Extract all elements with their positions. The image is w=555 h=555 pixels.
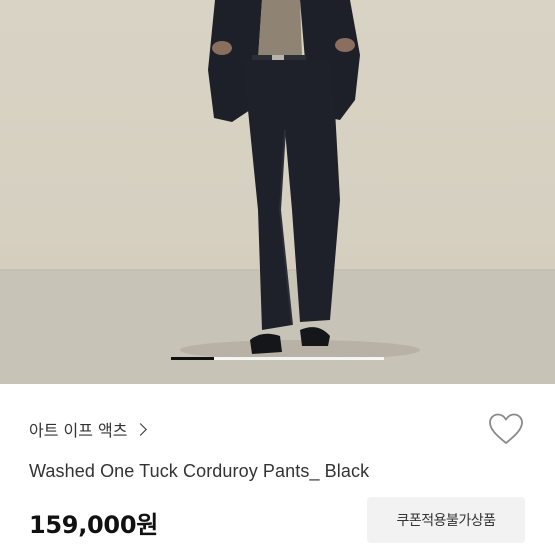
wishlist-heart-button[interactable] — [488, 412, 524, 448]
shop-name: 아트 이프 액츠 — [29, 421, 128, 440]
image-carousel-indicator[interactable] — [171, 357, 384, 360]
heart-outline-icon — [489, 413, 523, 444]
carousel-progress-thumb — [171, 357, 214, 360]
coupon-not-applicable-badge: 쿠폰적용불가상품 — [367, 497, 525, 543]
product-title: Washed One Tuck Corduroy Pants_ Black — [29, 461, 370, 481]
chevron-right-icon — [133, 422, 147, 436]
product-price: 159,000원 — [29, 511, 158, 539]
shop-link[interactable]: 아트 이프 액츠 — [29, 417, 147, 441]
product-detail-page: 아트 이프 액츠 Washed One Tuck Corduroy Pants_… — [0, 0, 555, 555]
product-photo-illustration — [0, 0, 555, 384]
product-image[interactable] — [0, 0, 555, 384]
